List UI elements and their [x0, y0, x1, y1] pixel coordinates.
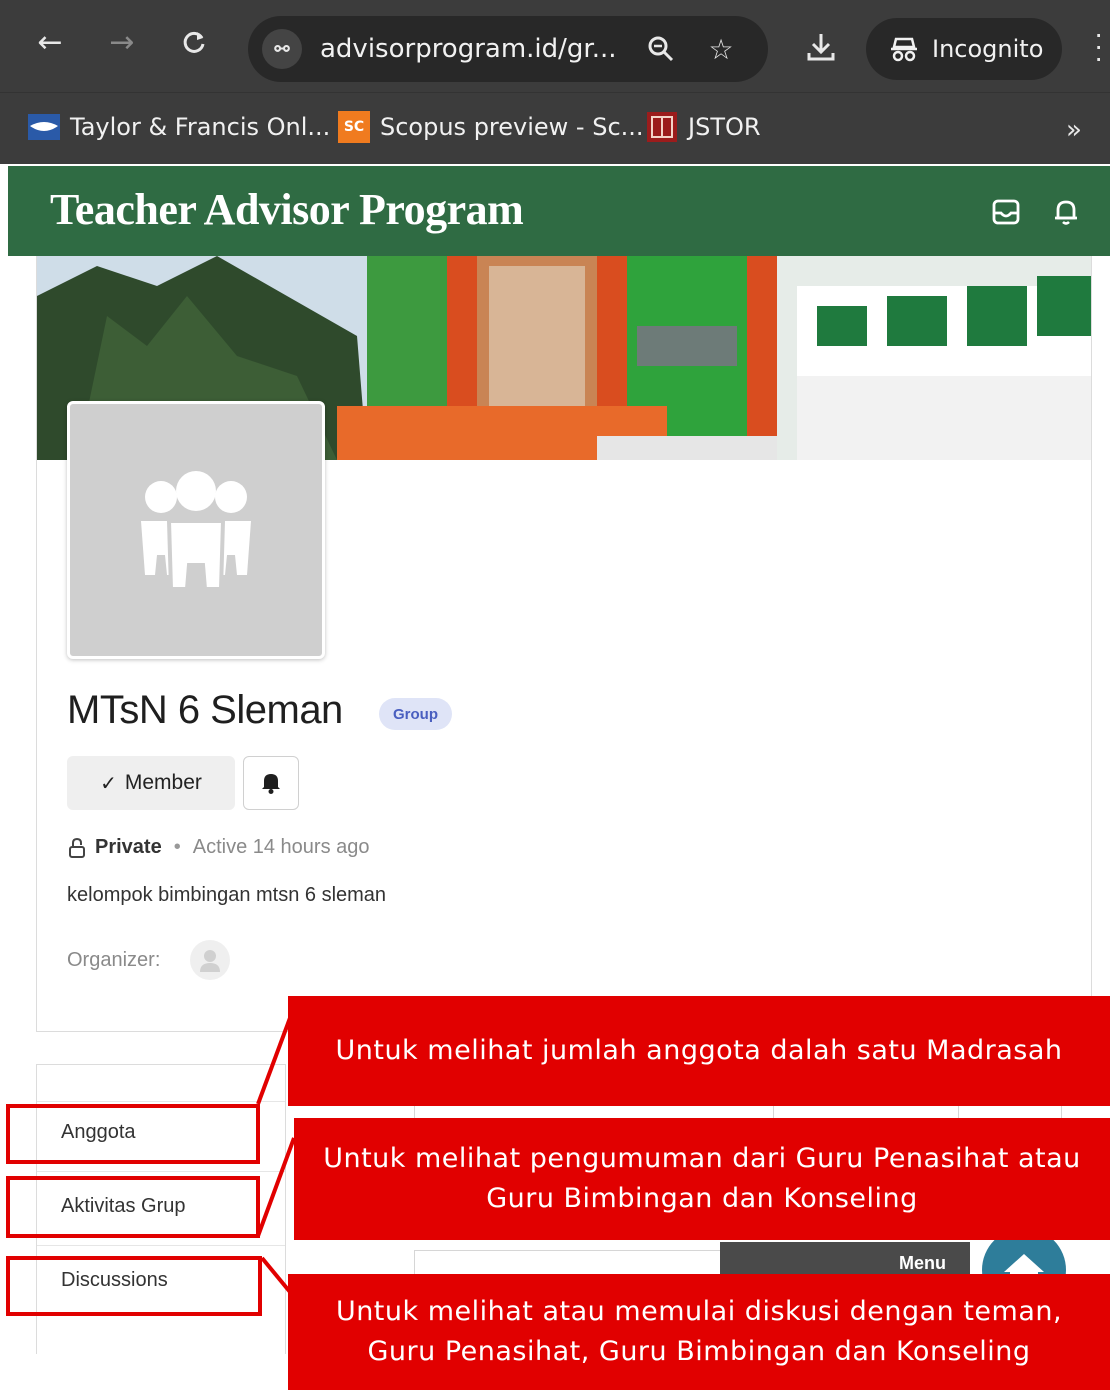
bell-glyph [1055, 200, 1077, 225]
bell-icon [262, 774, 280, 794]
highlight-discussions [6, 1256, 262, 1316]
bookmark-jstor[interactable]: JSTOR [646, 109, 761, 145]
browser-toolbar: ← → ⚯ advisorprogram.id/gr... ☆ Incognit… [0, 0, 1110, 92]
group-type-badge: Group [379, 698, 452, 730]
bookmarks-overflow-icon[interactable]: » [1066, 115, 1082, 145]
forward-arrow-icon[interactable]: → [102, 22, 142, 62]
callout-text: Untuk melihat pengumuman dari Guru Penas… [323, 1142, 1081, 1174]
organizer-avatar[interactable] [190, 940, 231, 980]
highlight-anggota [6, 1104, 260, 1164]
group-meta: Private • Active 14 hours ago [67, 836, 370, 859]
privacy-label: Private [95, 836, 162, 858]
bookmark-label: Taylor & Francis Onl... [70, 113, 331, 141]
notification-bell-icon[interactable] [1048, 194, 1084, 230]
inbox-icon[interactable] [988, 194, 1024, 230]
member-label: Member [124, 771, 202, 794]
group-name: MTsN 6 Sleman [67, 688, 343, 732]
site-header: Teacher Advisor Program [8, 166, 1110, 256]
subnav-divider [37, 1171, 285, 1172]
subnav-divider [37, 1245, 285, 1246]
bookmark-star-icon[interactable]: ☆ [702, 30, 740, 68]
address-bar[interactable]: ⚯ advisorprogram.id/gr... ☆ [248, 16, 768, 82]
download-glyph [807, 34, 835, 61]
incognito-label: Incognito [932, 35, 1044, 63]
member-status-button[interactable]: ✓ Member [67, 756, 235, 810]
incognito-icon [891, 37, 917, 62]
site-info-icon[interactable]: ⚯ [262, 29, 302, 69]
zoom-icon[interactable] [642, 30, 680, 68]
bookmarks-bar: Taylor & Francis Onl... SC Scopus previe… [0, 92, 1110, 164]
callout-aktivitas-grup: Untuk melihat pengumuman dari Guru Penas… [294, 1118, 1110, 1240]
reload-icon[interactable] [174, 22, 214, 62]
site-title[interactable]: Teacher Advisor Program [50, 184, 524, 235]
organizer-row: Organizer: [67, 940, 231, 980]
bookmark-scopus[interactable]: SC Scopus preview - Sc... [338, 109, 644, 145]
group-notification-button[interactable] [243, 756, 299, 810]
subnav-divider [37, 1101, 285, 1102]
meta-separator: • [173, 836, 181, 858]
incognito-indicator[interactable]: Incognito [866, 18, 1062, 80]
inbox-glyph [992, 199, 1020, 225]
user-icon [200, 950, 221, 972]
jstor-favicon [646, 111, 678, 143]
group-description: kelompok bimbingan mtsn 6 sleman [67, 884, 387, 906]
callout-text: Guru Bimbingan dan Konseling [486, 1183, 918, 1214]
url-text[interactable]: advisorprogram.id/gr... [320, 34, 617, 64]
jstor-logo [647, 112, 677, 142]
taylor-francis-favicon [28, 111, 60, 143]
callout-anggota: Untuk melihat jumlah anggota dalah satu … [288, 996, 1110, 1106]
callout-text: Untuk melihat jumlah anggota dalah satu … [335, 1034, 1063, 1066]
browser-menu-icon[interactable]: · · · [1094, 20, 1110, 72]
highlight-aktivitas-grup [6, 1176, 260, 1238]
download-icon[interactable] [800, 26, 842, 68]
group-people-icon [141, 471, 251, 591]
lock-icon [69, 837, 85, 858]
menu-label: Menu [899, 1252, 946, 1273]
scopus-favicon: SC [338, 111, 370, 143]
taylor-francis-logo [28, 114, 60, 140]
callout-text: Untuk melihat atau memulai diskusi denga… [335, 1295, 1063, 1327]
group-avatar[interactable] [67, 401, 325, 659]
checkmark-icon: ✓ [100, 771, 117, 795]
group-header-card: MTsN 6 Sleman Group ✓ Member Private • A… [36, 256, 1092, 1032]
callout-text: Guru Penasihat, Guru Bimbingan dan Konse… [367, 1336, 1031, 1367]
bookmark-label: JSTOR [688, 113, 761, 141]
last-active-label: Active 14 hours ago [192, 836, 370, 858]
bookmark-taylor-francis[interactable]: Taylor & Francis Onl... [28, 109, 330, 145]
callout-discussions: Untuk melihat atau memulai diskusi denga… [288, 1274, 1110, 1390]
bookmark-label: Scopus preview - Sc... [380, 113, 644, 141]
organizer-label: Organizer: [67, 948, 161, 971]
zoom-glyph [648, 36, 674, 62]
back-arrow-icon[interactable]: ← [30, 22, 70, 62]
reload-glyph [183, 31, 205, 53]
